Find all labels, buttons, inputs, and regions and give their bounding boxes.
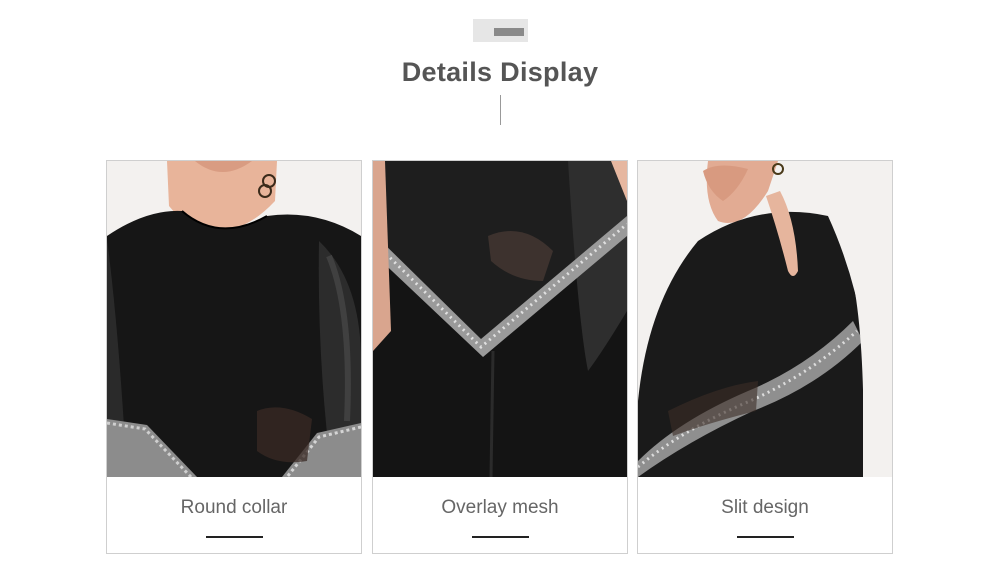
detail-card-slit-design: Slit design <box>637 160 893 554</box>
section-badge <box>473 19 528 42</box>
detail-card-overlay-mesh: Overlay mesh <box>372 160 628 554</box>
badge-bar <box>494 28 524 36</box>
page-title: Details Display <box>401 57 599 87</box>
round-collar-photo <box>107 161 361 477</box>
slit-design-photo <box>638 161 892 477</box>
card-caption: Round collar <box>180 497 288 518</box>
caption-underline <box>472 536 529 538</box>
overlay-mesh-photo <box>373 161 627 477</box>
card-caption: Overlay mesh <box>441 497 559 518</box>
detail-card-round-collar: Round collar <box>106 160 362 554</box>
card-caption: Slit design <box>721 497 809 518</box>
caption-underline <box>206 536 263 538</box>
caption-underline <box>737 536 794 538</box>
title-divider <box>500 95 501 125</box>
